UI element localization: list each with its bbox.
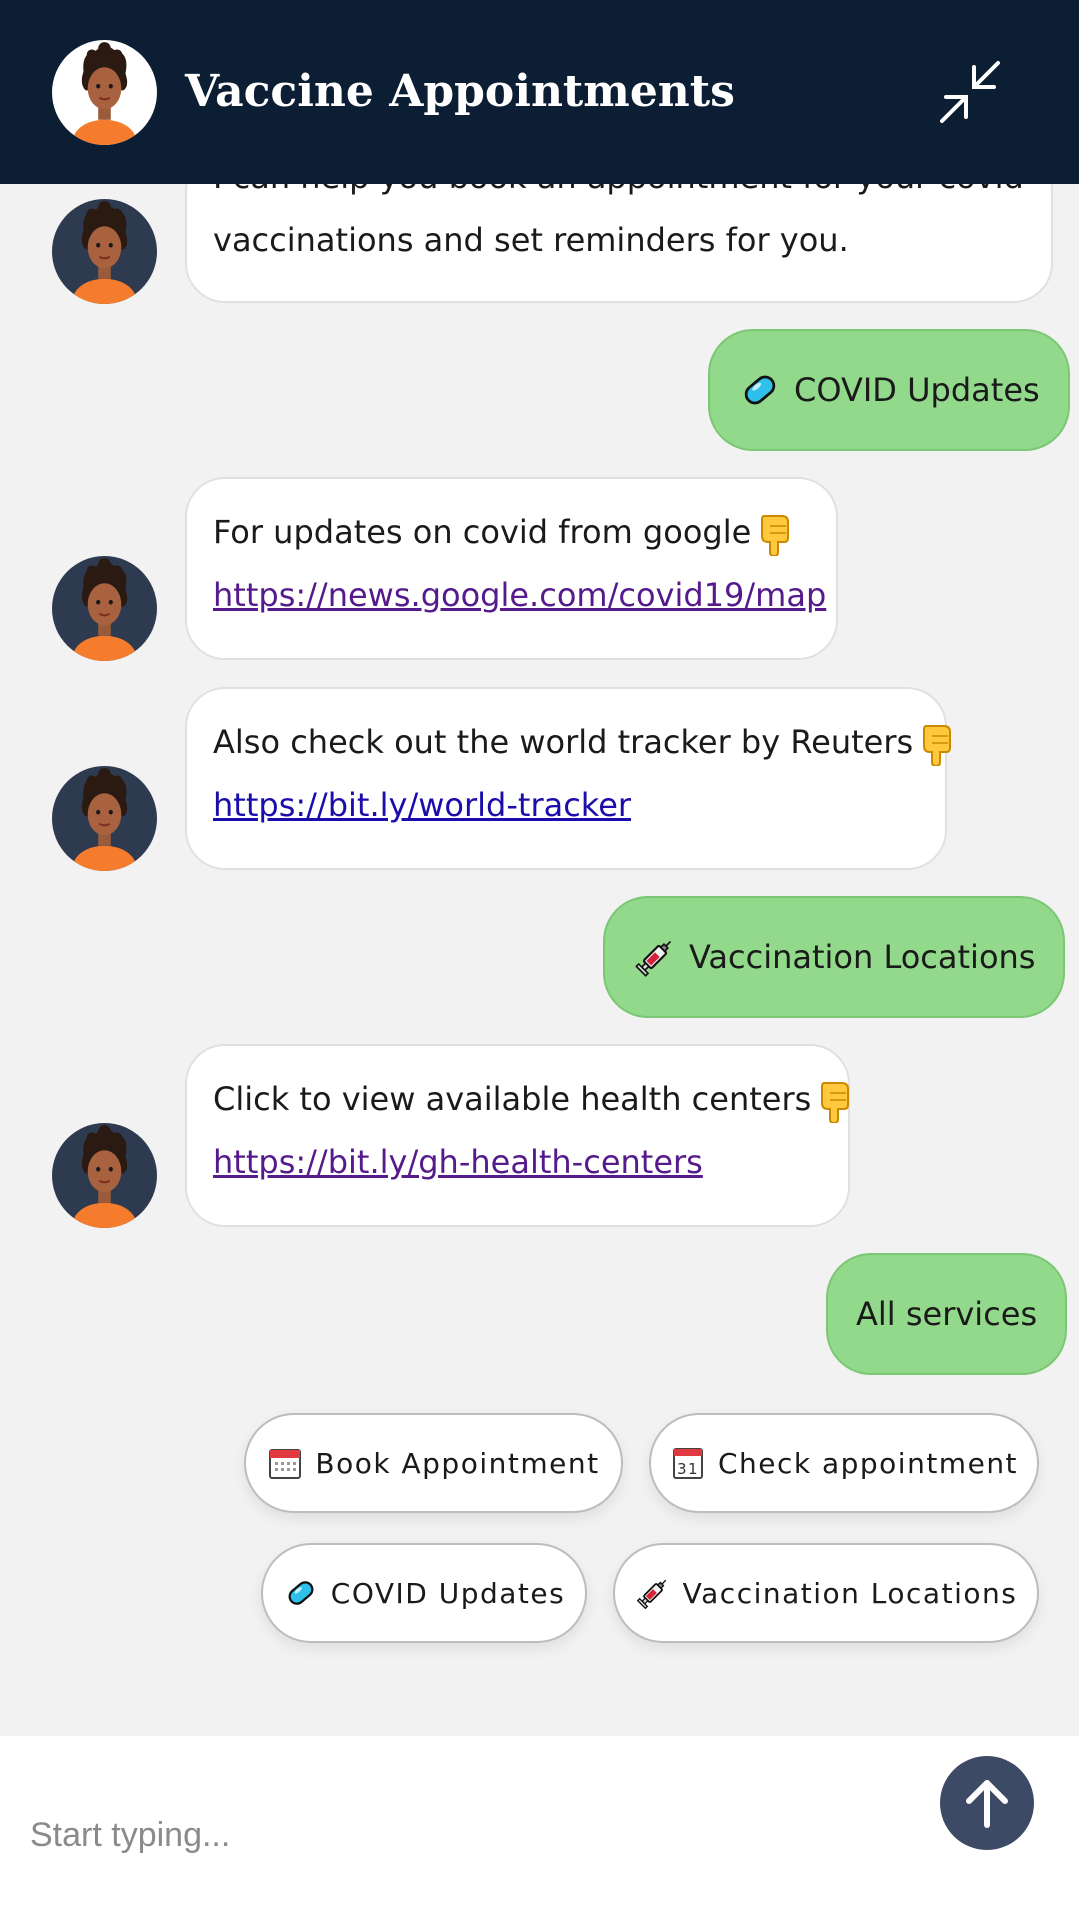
quick-reply-vaccination-locations[interactable]: Vaccination Locations [613,1543,1039,1643]
user-message-all-services: All services [826,1253,1068,1375]
message-text: All services [856,1295,1038,1333]
quick-reply-book-appointment[interactable]: Book Appointment [244,1413,623,1513]
user-message-vaccination-locations: Vaccination Locations [603,896,1066,1018]
message-text: vaccinations and set reminders for you. [213,221,849,259]
calendar-31-icon [670,1445,706,1481]
minimize-button[interactable] [930,55,1010,130]
chat-title: Vaccine Appointments [185,66,735,117]
collapse-arrows-icon [940,61,1000,123]
bot-message-google: For updates on covid from google https:/… [185,477,838,660]
quick-reply-label: Vaccination Locations [682,1576,1018,1610]
bot-avatar [52,199,157,304]
health-centers-link[interactable]: https://bit.ly/gh-health-centers [213,1143,703,1181]
google-covid-link[interactable]: https://news.google.com/covid19/map [213,576,826,614]
syringe-icon [635,1575,671,1611]
syringe-icon [633,935,677,979]
assistant-avatar [52,40,157,145]
quick-reply-label: COVID Updates [330,1576,566,1610]
quick-reply-check-appointment[interactable]: Check appointment [649,1413,1039,1513]
message-text: Also check out the world tracker by Reut… [213,723,914,761]
send-button[interactable] [940,1756,1034,1850]
user-message-covid-updates: COVID Updates [708,329,1070,451]
pill-icon [283,1575,319,1611]
pill-icon [738,368,782,412]
calendar-icon [267,1445,303,1481]
chat-header: Vaccine Appointments [0,0,1079,184]
message-composer [0,1736,1079,1919]
quick-reply-label: Book Appointment [315,1446,600,1480]
message-text: Vaccination Locations [689,938,1036,976]
bot-avatar [52,556,157,661]
point-down-icon [757,512,795,556]
arrow-up-icon [966,1780,1008,1828]
point-down-icon [817,1079,855,1123]
point-down-icon [919,722,957,766]
quick-reply-covid-updates[interactable]: COVID Updates [261,1543,587,1643]
quick-reply-label: Check appointment [717,1446,1019,1480]
bot-avatar [52,1123,157,1228]
bot-avatar [52,766,157,871]
bot-message-health-centers: Click to view available health centers h… [185,1044,850,1227]
chat-transcript: I can help you book an appointment for y… [0,0,1079,1735]
message-text: COVID Updates [794,371,1040,409]
message-input[interactable] [28,1794,912,1876]
message-text: Click to view available health centers [213,1080,812,1118]
reuters-tracker-link[interactable]: https://bit.ly/world-tracker [213,786,631,824]
message-text: For updates on covid from google [213,513,752,551]
bot-message-reuters: Also check out the world tracker by Reut… [185,687,947,870]
